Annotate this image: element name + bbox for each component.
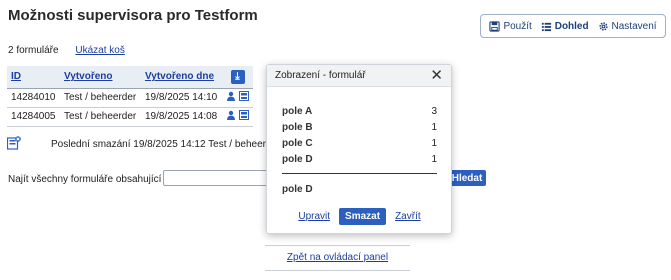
- user-icon[interactable]: [226, 110, 236, 120]
- column-header-created-by[interactable]: Vytvořeno: [59, 66, 141, 89]
- dialog-body: pole A 3 pole B 1 pole C 1 pole D 1 pole…: [267, 103, 451, 225]
- settings-button[interactable]: Nastavení: [598, 21, 657, 32]
- cell-created-on: 19/8/2025 14:08: [140, 107, 222, 127]
- column-header-created-on[interactable]: Vytvořeno dne: [140, 66, 222, 89]
- user-icon[interactable]: [226, 91, 236, 101]
- view-form-icon[interactable]: [239, 110, 249, 120]
- supervise-button[interactable]: Dohled: [541, 21, 589, 32]
- dialog-actions: Upravit Smazat Zavřít: [282, 208, 437, 225]
- delete-all-icon[interactable]: [7, 136, 21, 150]
- field-value: 1: [431, 137, 437, 149]
- close-link[interactable]: Zavřít: [395, 211, 421, 222]
- field-value: 1: [431, 153, 437, 165]
- page-title: Možnosti supervisora pro Testform: [8, 7, 258, 24]
- cell-created-on: 19/8/2025 14:10: [140, 88, 222, 108]
- row-actions: [222, 107, 253, 127]
- close-icon[interactable]: ✕: [430, 68, 443, 83]
- cell-id: 14284010: [7, 88, 60, 108]
- list-icon: [541, 22, 551, 31]
- row-actions: [222, 88, 253, 108]
- back-to-dashboard-link[interactable]: Zpět na ovládací panel: [287, 252, 388, 263]
- use-label: Použít: [503, 20, 532, 32]
- back-link-container: Zpět na ovládací panel: [265, 245, 410, 271]
- forms-count: 2 formuláře: [8, 45, 59, 56]
- divider: [282, 173, 437, 174]
- search-button[interactable]: Hledat: [448, 170, 486, 186]
- form-view-dialog: Zobrazení - formulář ✕ pole A 3 pole B 1…: [266, 64, 452, 234]
- field-value: 3: [431, 105, 437, 117]
- list-item: pole D 1: [282, 151, 437, 167]
- settings-label: Nastavení: [611, 20, 657, 32]
- gear-icon: [598, 21, 608, 31]
- field-name: pole D: [282, 184, 313, 195]
- dialog-title: Zobrazení - formulář: [275, 70, 366, 81]
- forms-summary: 2 formuláře Ukázat koš: [8, 45, 125, 56]
- show-trash-link[interactable]: Ukázat koš: [75, 45, 124, 56]
- cell-created-by: Test / beheerder: [59, 88, 141, 108]
- download-header: ⤓: [222, 66, 253, 89]
- delete-button[interactable]: Smazat: [339, 208, 387, 225]
- field-name: pole B: [282, 121, 313, 133]
- field-name: pole A: [282, 105, 313, 117]
- forms-table: ID Vytvořeno Vytvořeno dne ⤓ 14284010 Te…: [7, 66, 253, 127]
- field-list: pole A 3 pole B 1 pole C 1 pole D 1: [282, 103, 437, 167]
- top-toolbar: Použít Dohled Nastavení: [480, 14, 666, 38]
- field-name: pole D: [282, 153, 313, 165]
- save-icon: [489, 20, 501, 32]
- table-header-row: ID Vytvořeno Vytvořeno dne ⤓: [7, 66, 253, 89]
- download-icon[interactable]: ⤓: [230, 69, 245, 84]
- column-header-id[interactable]: ID: [7, 66, 60, 89]
- field-value: 1: [431, 121, 437, 133]
- dialog-header: Zobrazení - formulář ✕: [267, 65, 451, 87]
- search-label: Najít všechny formuláře obsahující: [8, 174, 162, 185]
- cell-id: 14284005: [7, 107, 60, 127]
- table-row: 14284010 Test / beheerder 19/8/2025 14:1…: [7, 88, 253, 108]
- search-input[interactable]: [163, 170, 273, 186]
- list-item: pole C 1: [282, 135, 437, 151]
- table-row: 14284005 Test / beheerder 19/8/2025 14:0…: [7, 107, 253, 127]
- view-form-icon[interactable]: [239, 91, 249, 101]
- list-item: pole A 3: [282, 103, 437, 119]
- supervise-label: Dohled: [554, 20, 589, 32]
- cell-created-by: Test / beheerder: [59, 107, 141, 127]
- use-button[interactable]: Použít: [489, 20, 532, 32]
- last-deleted-info: Poslední smazání 19/8/2025 14:12 Test / …: [51, 139, 281, 150]
- field-name: pole C: [282, 137, 313, 149]
- edit-link[interactable]: Upravit: [298, 211, 330, 222]
- list-item: pole B 1: [282, 119, 437, 135]
